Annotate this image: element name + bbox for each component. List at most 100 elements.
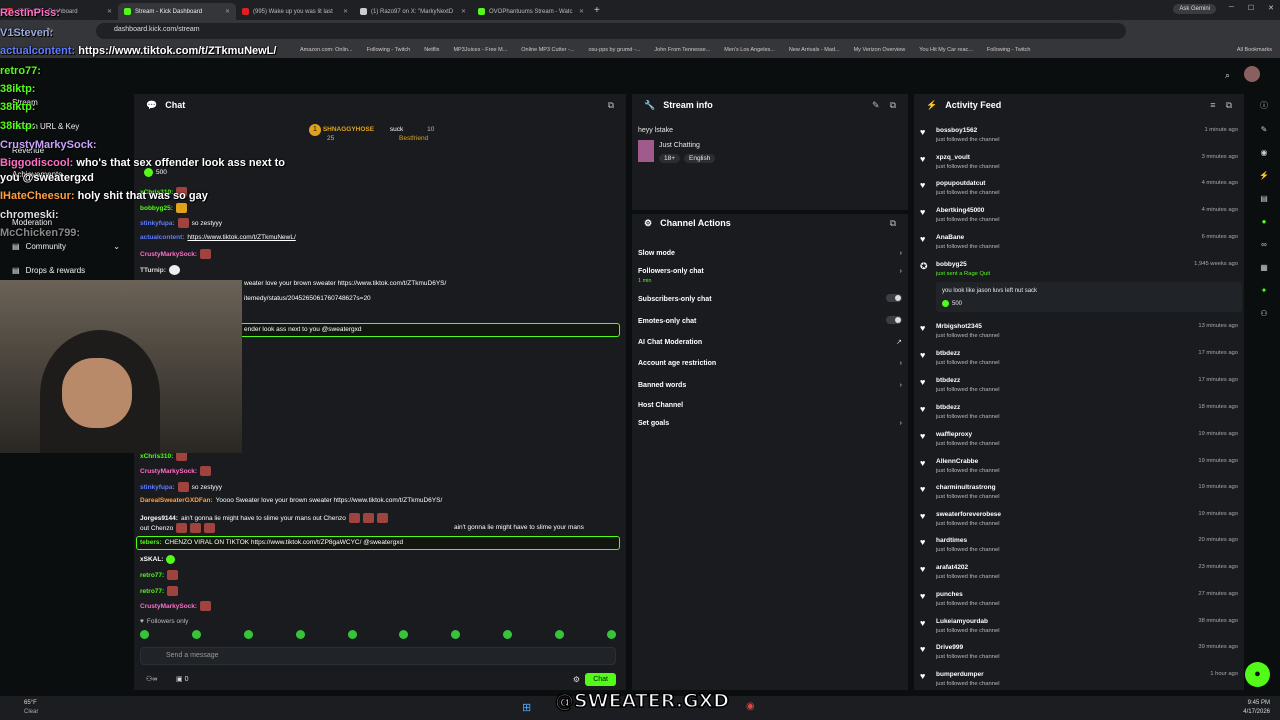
bookmark-item[interactable]: Amazon.com: Onlin... <box>300 47 353 53</box>
webcam-overlay <box>0 280 242 453</box>
toggle-switch[interactable] <box>886 316 902 324</box>
chevron-right-icon: › <box>899 268 902 275</box>
pencil-icon[interactable]: ✎ <box>1261 125 1268 134</box>
close-window-icon[interactable]: ✕ <box>1268 4 1274 12</box>
action-subscribers-only[interactable]: Subscribers-only chat <box>638 294 902 304</box>
pinned-text: suck <box>389 126 404 133</box>
community-icon: ▤ <box>12 242 20 251</box>
action-emotes-only[interactable]: Emotes-only chat <box>638 316 902 326</box>
info-icon[interactable]: ⓘ <box>1260 100 1268 111</box>
heart-icon: ♥ <box>920 180 926 190</box>
emote-icon[interactable] <box>606 630 616 639</box>
popout-icon[interactable]: ⧉ <box>608 100 614 111</box>
browser-tab-4[interactable]: OVOPhantuums Stream - Watc ✕ <box>472 3 590 20</box>
camera-icon[interactable]: ◉ <box>1261 148 1268 157</box>
emote-icon[interactable] <box>555 630 564 639</box>
chevron-right-icon: › <box>899 360 902 367</box>
close-icon[interactable]: ✕ <box>107 8 112 15</box>
users-icon[interactable]: ⚇∞ <box>146 675 157 683</box>
browser-tab-2[interactable]: (995) Wake up you was lit last ✕ <box>236 3 354 20</box>
grid-icon[interactable]: ▦ <box>1260 263 1268 272</box>
action-banned-words[interactable]: Banned words › <box>638 382 902 389</box>
emote-icon[interactable] <box>451 630 461 639</box>
send-chat-button[interactable]: Chat <box>585 673 616 686</box>
bookmark-item[interactable]: My Verizon Overview <box>854 47 906 53</box>
filter-icon[interactable]: ≡ <box>1210 100 1215 111</box>
bookmark-item[interactable]: Netflix <box>424 47 439 53</box>
bookmark-item[interactable]: Online MP3 Cutter -... <box>521 47 574 53</box>
chat-message: weater love your brown sweater https://w… <box>244 280 447 287</box>
link-icon[interactable]: ∞ <box>1261 240 1267 249</box>
emote-icon[interactable] <box>399 630 409 639</box>
popout-icon[interactable]: ⧉ <box>1226 100 1232 111</box>
emote-icon[interactable] <box>140 630 149 639</box>
popout-icon[interactable]: ⧉ <box>890 100 896 111</box>
bookmark-item[interactable]: John From Tennesse... <box>654 47 710 53</box>
gear-icon[interactable]: ⚙ <box>573 675 580 684</box>
chat-title: Chat <box>165 100 186 110</box>
browser-tab-3[interactable]: (1) Razo97 on X: "MarkyNextD ✕ <box>354 3 472 20</box>
chat-message: stinkyfupa: so zestyyy <box>140 482 223 492</box>
chat-link[interactable]: https://www.tiktok.com/t/ZTkmuNewL/ <box>187 234 295 241</box>
bookmark-item[interactable]: MP3Juices - Free M... <box>453 47 507 53</box>
chat-header: 💬 Chat ⧉ <box>134 94 626 116</box>
action-followers-only[interactable]: Followers-only chat › <box>638 268 902 275</box>
minimize-icon[interactable]: ─ <box>1229 4 1234 12</box>
bookmark-item[interactable]: Following - Twitch <box>987 47 1031 53</box>
popout-icon[interactable]: ⧉ <box>890 218 896 229</box>
chat-fab-button[interactable]: ● <box>1245 662 1270 687</box>
close-icon[interactable]: ✕ <box>225 8 230 15</box>
emote-icon[interactable] <box>295 630 305 639</box>
users-icon[interactable]: ⚇ <box>1260 309 1267 318</box>
new-tab-icon[interactable]: + <box>594 5 600 16</box>
action-account-age[interactable]: Account age restriction › <box>638 360 902 367</box>
right-rail: ⓘ ✎ ◉ ⚡ ▤ ● ∞ ▦ ✦ ⚇ <box>1250 94 1278 694</box>
bookmark-item[interactable]: Men's Los Angeles... <box>724 47 775 53</box>
close-icon[interactable]: ✕ <box>461 8 466 15</box>
close-icon[interactable]: ✕ <box>579 8 584 15</box>
chat-message: retro77: <box>140 570 179 580</box>
webcam-face <box>62 358 132 428</box>
chat-bubble-icon[interactable]: ● <box>1262 217 1267 226</box>
bookmark-item[interactable]: Following - Twitch <box>367 47 411 53</box>
browser-tab-1[interactable]: Stream - Kick Dashboard ✕ <box>118 3 236 20</box>
sidebar-item-drops[interactable]: ▤ Drops & rewards <box>12 266 85 275</box>
emote-icon[interactable] <box>503 630 513 639</box>
maximize-icon[interactable]: ☐ <box>1248 4 1254 12</box>
avatar[interactable] <box>1244 66 1260 82</box>
emote-icon[interactable] <box>347 630 357 639</box>
sliders-icon: ⚙ <box>644 217 653 228</box>
edit-icon[interactable]: ✎ <box>872 100 880 111</box>
heart-icon: ♥ <box>920 207 926 217</box>
emote-icon <box>200 249 212 259</box>
bookmark-item[interactable]: New Arrivals - Mad... <box>789 47 840 53</box>
close-icon[interactable]: ✕ <box>343 8 348 15</box>
action-set-goals[interactable]: Set goals › <box>638 420 902 427</box>
action-slow-mode[interactable]: Slow mode › <box>638 250 902 257</box>
emote-icon[interactable] <box>191 630 201 639</box>
wrench-icon[interactable]: ✦ <box>1261 286 1268 295</box>
ask-gemini-button[interactable]: Ask Gemini <box>1173 4 1216 14</box>
windows-start-icon[interactable]: ⊞ <box>522 701 531 714</box>
heart-icon: ♥ <box>920 511 926 521</box>
bookmark-item[interactable]: You Hit My Car reac... <box>919 47 973 53</box>
lightning-icon[interactable]: ⚡ <box>1259 171 1269 180</box>
chevron-down-icon: ⌄ <box>113 242 120 251</box>
document-icon[interactable]: ▤ <box>1260 194 1268 203</box>
tab-favicon <box>242 8 249 15</box>
url-input[interactable]: dashboard.kick.com/stream <box>96 23 1126 39</box>
all-bookmarks[interactable]: All Bookmarks <box>1237 47 1272 53</box>
search-icon[interactable]: ⌕ <box>1225 70 1230 81</box>
heart-icon: ♥ <box>920 671 926 681</box>
wrench-icon: 🔧 <box>644 99 656 110</box>
emote-icon[interactable] <box>243 630 253 639</box>
sidebar-item-community[interactable]: ▤ Community ⌄ <box>12 242 120 251</box>
bookmark-item[interactable]: osu-pps by grumd -... <box>588 47 640 53</box>
pinned-leaderboard: 1 SHNAGGYHOSE suck 10 25 Bestfriend <box>309 124 434 142</box>
chrome-icon[interactable]: ◉ <box>746 701 755 712</box>
action-host-channel[interactable]: Host Channel <box>638 402 902 409</box>
toggle-switch[interactable] <box>886 294 902 302</box>
heart-icon: ♥ <box>920 127 926 137</box>
action-ai-moderation[interactable]: AI Chat Moderation ↗ <box>638 338 902 347</box>
chat-input[interactable]: Send a message <box>140 647 616 665</box>
